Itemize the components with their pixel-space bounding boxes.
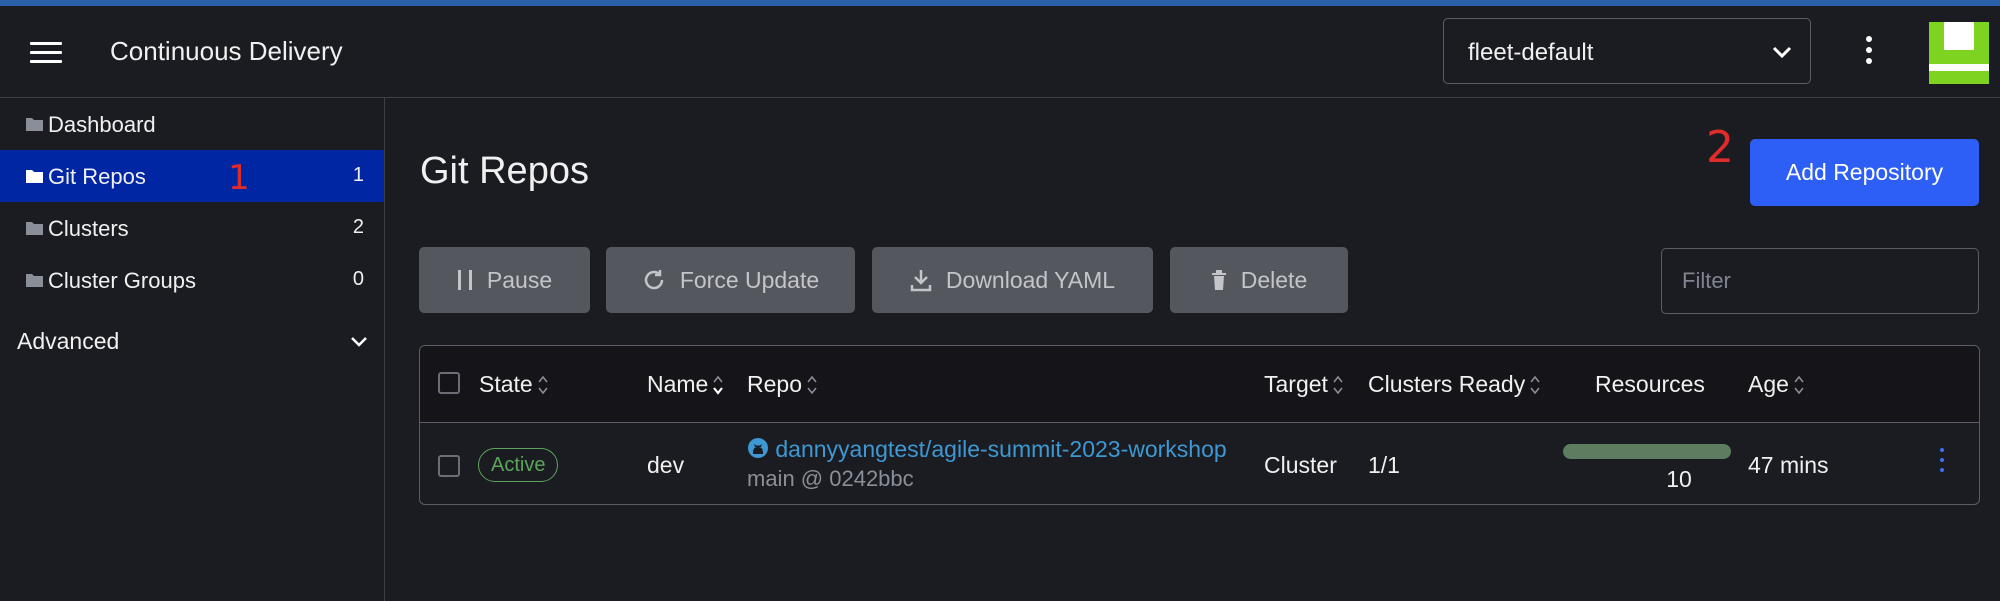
column-header-age[interactable]: Age — [1748, 371, 1805, 398]
sidebar-item-cluster-groups[interactable]: Cluster Groups 0 — [0, 254, 384, 306]
sidebar-group-advanced[interactable]: Advanced — [0, 316, 384, 368]
repo-url-link[interactable]: dannyyangtest/agile-summit-2023-workshop — [775, 436, 1226, 462]
sidebar-item-count: 0 — [352, 268, 364, 290]
resources-progress-bar — [1563, 444, 1731, 459]
column-header-state[interactable]: State — [479, 371, 549, 398]
select-all-checkbox[interactable] — [438, 372, 460, 394]
github-icon — [748, 438, 768, 458]
delete-button[interactable]: Delete — [1170, 247, 1348, 313]
force-update-button-label: Force Update — [679, 266, 820, 293]
top-header: Continuous Delivery fleet-default — [0, 6, 2000, 98]
sort-icon — [1794, 375, 1804, 394]
namespace-select-value: fleet-default — [1468, 39, 1594, 66]
page-title: Git Repos — [420, 150, 589, 192]
sidebar-item-label: Dashboard — [48, 112, 156, 137]
row-actions-icon[interactable] — [1936, 448, 1948, 478]
git-repos-table: State Name Repo Target Clusters Ready Re… — [419, 345, 1980, 505]
column-header-repo[interactable]: Repo — [747, 371, 818, 398]
sidebar-item-label: Git Repos — [48, 164, 146, 189]
sidebar: Dashboard Git Repos 1 1 Clusters 2 Clust… — [0, 98, 385, 601]
namespace-select[interactable]: fleet-default — [1443, 18, 1811, 84]
column-header-label: Clusters Ready — [1368, 371, 1526, 397]
clusters-ready-value: 1/1 — [1368, 452, 1400, 478]
sidebar-item-count: 2 — [352, 216, 364, 238]
sort-icon — [1333, 375, 1343, 394]
sort-icon — [807, 375, 817, 394]
column-header-label: State — [479, 371, 533, 397]
sidebar-item-dashboard[interactable]: Dashboard — [0, 98, 384, 150]
more-options-icon[interactable] — [1862, 36, 1876, 72]
column-header-label: Repo — [747, 371, 802, 397]
table-header-row: State Name Repo Target Clusters Ready Re… — [420, 346, 1979, 423]
column-header-resources: Resources — [1595, 371, 1705, 398]
sort-icon — [1530, 375, 1540, 394]
hamburger-menu-icon[interactable] — [30, 42, 62, 64]
sidebar-item-label: Clusters — [48, 216, 129, 241]
sidebar-item-label: Cluster Groups — [48, 268, 196, 293]
trash-icon — [1211, 270, 1226, 290]
column-header-label: Target — [1264, 371, 1328, 397]
column-header-clusters-ready[interactable]: Clusters Ready — [1368, 371, 1541, 398]
pause-button-label: Pause — [486, 266, 553, 293]
row-checkbox[interactable] — [438, 455, 460, 477]
sort-desc-icon — [713, 375, 724, 395]
sidebar-item-git-repos[interactable]: Git Repos 1 1 — [0, 150, 384, 202]
table-row: Active dev dannyyangtest/agile-summit-20… — [420, 424, 1979, 504]
sidebar-item-count: 1 — [352, 164, 364, 186]
annotation-number-2: 2 — [1706, 122, 1734, 173]
status-badge: Active — [478, 448, 559, 482]
column-header-label: Name — [647, 371, 709, 397]
sort-icon — [538, 375, 548, 394]
resources-count: 10 — [1666, 466, 1692, 492]
column-header-label: Resources — [1595, 371, 1705, 397]
download-yaml-button-label: Download YAML — [945, 266, 1116, 293]
folder-icon — [26, 274, 43, 287]
repo-cell: dannyyangtest/agile-summit-2023-workshop — [747, 436, 1227, 463]
chevron-down-icon — [1772, 46, 1792, 59]
column-header-target[interactable]: Target — [1264, 371, 1344, 398]
sidebar-group-label: Advanced — [17, 328, 120, 354]
folder-icon — [26, 170, 43, 183]
repo-name-link[interactable]: dev — [647, 452, 684, 479]
download-yaml-button[interactable]: Download YAML — [872, 247, 1153, 313]
pause-icon — [457, 270, 472, 290]
repo-branch-commit: main @ 0242bbc — [747, 466, 914, 491]
column-header-label: Age — [1748, 371, 1789, 397]
folder-icon — [26, 118, 43, 131]
download-icon — [910, 270, 932, 292]
add-repository-button[interactable]: Add Repository — [1750, 139, 1979, 206]
age-value: 47 mins — [1748, 452, 1829, 478]
delete-button-label: Delete — [1240, 266, 1308, 293]
folder-icon — [26, 222, 43, 235]
column-header-name[interactable]: Name — [647, 371, 724, 398]
filter-input[interactable] — [1661, 248, 1979, 314]
refresh-icon — [644, 270, 664, 290]
chevron-down-icon — [351, 337, 367, 347]
force-update-button[interactable]: Force Update — [606, 247, 855, 313]
user-avatar[interactable] — [1929, 22, 1989, 84]
avatar-identicon — [1929, 22, 1989, 84]
pause-button[interactable]: Pause — [419, 247, 590, 313]
annotation-number-1: 1 — [228, 158, 250, 198]
app-title: Continuous Delivery — [110, 36, 343, 66]
sidebar-item-clusters[interactable]: Clusters 2 — [0, 202, 384, 254]
target-value: Cluster — [1264, 452, 1337, 478]
